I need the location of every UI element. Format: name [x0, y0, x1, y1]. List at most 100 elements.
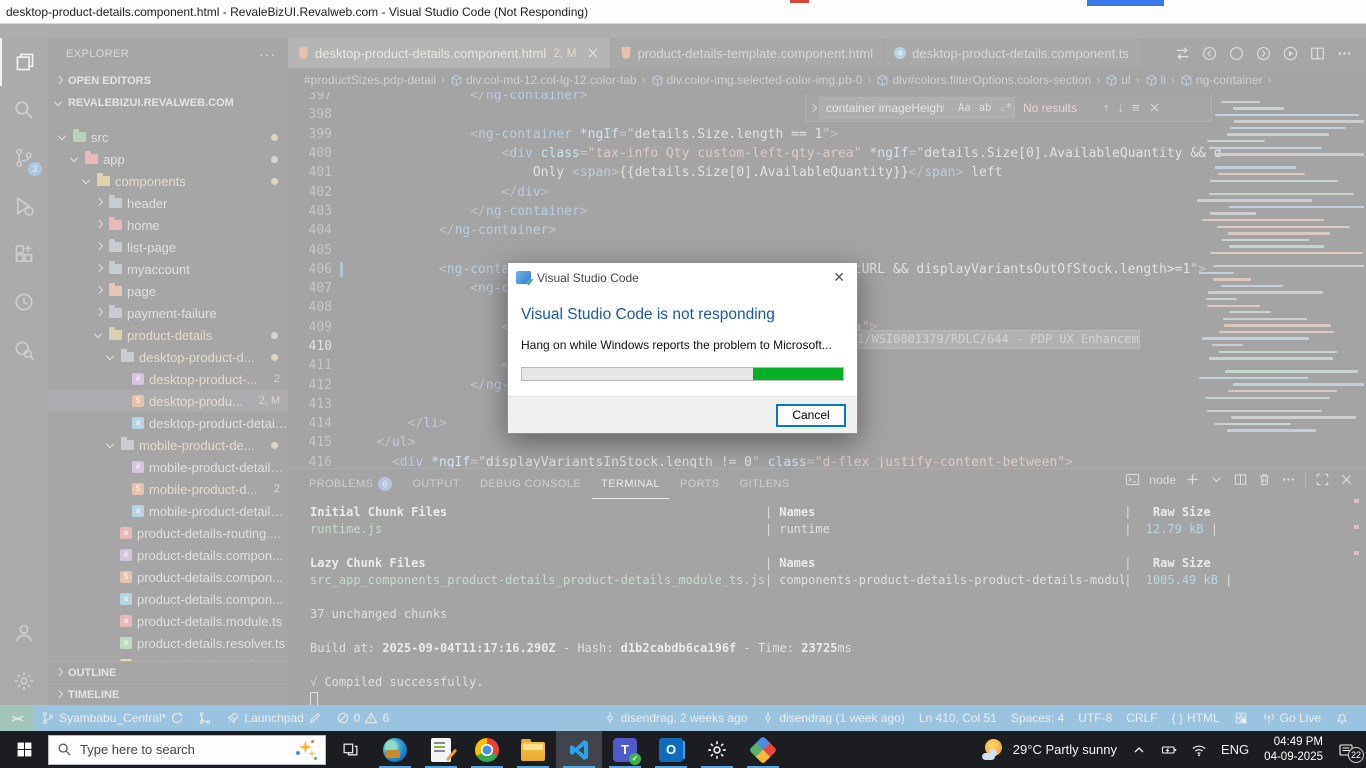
- tree-file-product-detailsmodulets[interactable]: aproduct-details.module.ts: [48, 610, 288, 632]
- editor-tab[interactable]: desktop-product-details.component.html2,…: [288, 38, 611, 68]
- taskbar-app-notepad[interactable]: [418, 731, 464, 768]
- notification-center[interactable]: 22: [1331, 731, 1366, 768]
- status-blame-annotation-2[interactable]: disendrag (1 week ago): [754, 705, 911, 731]
- status-gitlens-compare[interactable]: [191, 705, 219, 731]
- open-editors-section[interactable]: OPEN EDITORS: [48, 70, 288, 92]
- activity-explorer[interactable]: [0, 38, 48, 86]
- tree-folder-app[interactable]: app: [48, 148, 288, 170]
- tab-close-icon[interactable]: [586, 46, 600, 60]
- code-line[interactable]: 401 Only <span>{{details.Size[0].Availab…: [288, 163, 1191, 182]
- tree-folder-payment-failure[interactable]: payment-failure: [48, 302, 288, 324]
- activity-accounts[interactable]: [0, 609, 48, 657]
- breadcrumb-item[interactable]: ul: [1105, 73, 1130, 87]
- status-encoding[interactable]: UTF-8: [1071, 705, 1119, 731]
- status-git-branch[interactable]: Syambabu_Central*: [34, 705, 191, 731]
- outline-section[interactable]: OUTLINE: [48, 661, 288, 683]
- code-line[interactable]: 400 <div class="tax-info Qty custom-left…: [288, 144, 1191, 163]
- split-editor-icon[interactable]: [1309, 45, 1326, 62]
- panel-tab-output[interactable]: OUTPUT: [403, 469, 469, 499]
- status-launchpad[interactable]: Launchpad: [219, 705, 328, 731]
- status-cursor-position[interactable]: Ln 410, Col 51: [912, 705, 1004, 731]
- taskbar-app-teams[interactable]: T: [602, 731, 648, 768]
- find-toggle-replace-icon[interactable]: [806, 94, 819, 121]
- tray-overflow-chevron[interactable]: [1124, 731, 1154, 768]
- terminal-more-icon[interactable]: [1281, 472, 1296, 487]
- tree-file-desktop-produ[interactable]: 5desktop-produ...2, M: [48, 390, 288, 412]
- compare-changes-icon[interactable]: [1174, 45, 1191, 62]
- tree-file-product-details-routing[interactable]: aproduct-details-routing....: [48, 522, 288, 544]
- panel-tab-debug-console[interactable]: DEBUG CONSOLE: [471, 469, 590, 499]
- panel-tab-problems[interactable]: PROBLEMS6: [300, 469, 401, 499]
- status-notifications-bell[interactable]: [1328, 705, 1356, 731]
- status-language-mode[interactable]: { }HTML: [1165, 705, 1227, 731]
- tree-folder-home[interactable]: home: [48, 214, 288, 236]
- terminal-output[interactable]: Initial Chunk Files|Names| Raw Sizerunti…: [310, 504, 1346, 705]
- dialog-close-icon[interactable]: ✕: [829, 269, 849, 286]
- sidebar-more-actions-icon[interactable]: ···: [259, 46, 276, 62]
- window-titlebar[interactable]: desktop-product-details.component.html -…: [0, 0, 1366, 24]
- tree-folder-myaccount[interactable]: myaccount: [48, 258, 288, 280]
- breadcrumb-item[interactable]: #productSizes.pdp-detail: [304, 73, 436, 87]
- editor-tab[interactable]: adesktop-product-details.component.ts: [884, 38, 1140, 68]
- find-previous-icon[interactable]: ↑: [1103, 100, 1110, 115]
- panel-tab-gitlens[interactable]: GITLENS: [731, 469, 799, 499]
- code-line[interactable]: 399 <ng-container *ngIf="details.Size.le…: [288, 125, 1191, 144]
- task-view-button[interactable]: [328, 731, 372, 768]
- code-line[interactable]: 402 </div>: [288, 182, 1191, 201]
- dialog-titlebar[interactable]: Visual Studio Code ✕: [508, 263, 857, 292]
- find-close-icon[interactable]: [1148, 101, 1161, 114]
- breadcrumb-item[interactable]: li: [1145, 73, 1166, 87]
- code-line[interactable]: 405: [288, 240, 1191, 259]
- close-panel-icon[interactable]: [1339, 472, 1354, 487]
- code-line[interactable]: 403 </ng-container>: [288, 202, 1191, 221]
- taskbar-app-edge[interactable]: [372, 731, 418, 768]
- status-problems-summary[interactable]: 06: [329, 705, 396, 731]
- activity-manage[interactable]: [0, 657, 48, 705]
- taskbar-search-box[interactable]: Type here to search: [48, 735, 326, 765]
- code-line[interactable]: 416 <div *ngIf="displayVariantsInStock.l…: [288, 453, 1191, 468]
- status-indentation[interactable]: Spaces: 4: [1004, 705, 1071, 731]
- tree-folder-product-details[interactable]: product-details: [48, 324, 288, 346]
- weather-widget[interactable]: 29°C Partly sunny: [975, 731, 1124, 768]
- tree-folder-components[interactable]: components: [48, 170, 288, 192]
- input-language[interactable]: ENG: [1214, 731, 1256, 768]
- breadcrumb-item[interactable]: div.col-md-12.col-lg-12.color-tab: [450, 73, 637, 87]
- activity-extensions[interactable]: [0, 230, 48, 278]
- find-input[interactable]: container imageHeight px Aaab.*: [819, 97, 1015, 119]
- new-terminal-icon[interactable]: [1185, 472, 1200, 487]
- navigate-back-icon[interactable]: [1201, 45, 1218, 62]
- taskbar-app-chrome[interactable]: [464, 731, 510, 768]
- status-go-live[interactable]: Go Live: [1255, 705, 1328, 731]
- minimap[interactable]: [1196, 92, 1364, 468]
- activity-search[interactable]: [0, 86, 48, 134]
- find-next-icon[interactable]: ↓: [1118, 100, 1125, 115]
- tree-folder-header[interactable]: header: [48, 192, 288, 214]
- panel-tab-ports[interactable]: PORTS: [671, 469, 729, 499]
- breadcrumb-item[interactable]: ng-container: [1180, 73, 1263, 87]
- breadcrumb-item[interactable]: div#colors.filterOptions.colors-section: [876, 73, 1091, 87]
- panel-tab-terminal[interactable]: TERMINAL: [592, 469, 669, 499]
- status-extension-grid[interactable]: [1227, 705, 1255, 731]
- tree-file-desktop-product-[interactable]: #desktop-product-...2: [48, 368, 288, 390]
- project-root-section[interactable]: REVALEBIZUI.REVALWEB.COM: [48, 92, 288, 114]
- tree-folder-list-page[interactable]: list-page: [48, 236, 288, 258]
- tree-file-product-detailscompon[interactable]: #product-details.compon...: [48, 544, 288, 566]
- timeline-section[interactable]: TIMELINE: [48, 683, 288, 705]
- clock[interactable]: 04:49 PM 04-09-2025: [1256, 735, 1331, 764]
- tree-folder-src[interactable]: src: [48, 126, 288, 148]
- activity-run-and-debug[interactable]: [0, 182, 48, 230]
- maximize-panel-icon[interactable]: [1315, 472, 1330, 487]
- battery-icon[interactable]: [1154, 731, 1184, 768]
- navigate-forward-icon[interactable]: [1255, 45, 1272, 62]
- editor-tab[interactable]: product-details-template.component.html: [611, 38, 885, 68]
- code-line[interactable]: 415 </ul>: [288, 433, 1191, 452]
- network-icon[interactable]: [1184, 731, 1214, 768]
- cancel-button[interactable]: Cancel: [776, 404, 846, 427]
- taskbar-app-colors[interactable]: [740, 731, 786, 768]
- tree-file-mobile-product-details[interactable]: amobile-product-details....: [48, 500, 288, 522]
- tree-folder-mobile-product-de[interactable]: mobile-product-de...: [48, 434, 288, 456]
- terminal-shell-label[interactable]: node: [1149, 473, 1176, 487]
- status-eol-sequence[interactable]: CRLF: [1119, 705, 1164, 731]
- more-actions-icon[interactable]: [1336, 45, 1353, 62]
- find-toggle-Aa[interactable]: Aa: [956, 102, 973, 114]
